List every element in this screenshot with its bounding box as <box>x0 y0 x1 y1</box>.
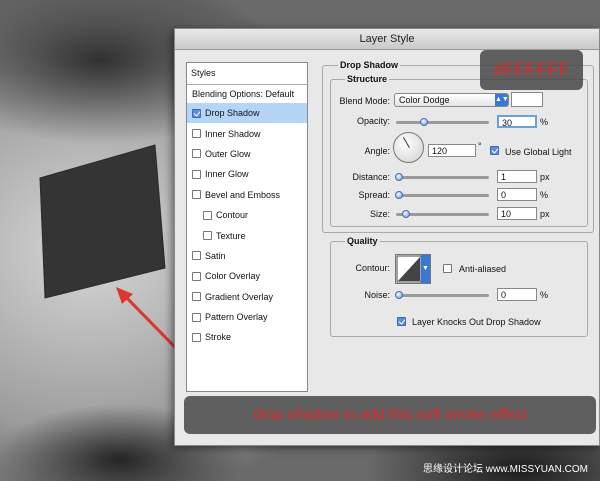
style-item-checkbox[interactable] <box>192 190 201 200</box>
style-item-label: Stroke <box>205 332 232 343</box>
contour-picker[interactable]: ▼ <box>395 254 431 284</box>
distance-field[interactable]: 1 <box>497 170 537 183</box>
style-item-label: Contour <box>216 210 249 221</box>
contour-dropdown-icon[interactable]: ▼ <box>421 255 430 283</box>
knockout-label: Layer Knocks Out Drop Shadow <box>412 317 541 327</box>
style-item-contour[interactable]: Contour <box>187 205 307 225</box>
style-item-label: Gradient Overlay <box>205 291 274 302</box>
blend-mode-select[interactable]: Color Dodge ▲▼ <box>394 93 509 107</box>
use-global-light-checkbox[interactable] <box>490 146 499 155</box>
dialog-title: Layer Style <box>175 29 599 50</box>
style-item-bevel-and-emboss[interactable]: Bevel and Emboss <box>187 185 307 205</box>
color-swatch[interactable] <box>511 92 543 107</box>
knockout-checkbox[interactable] <box>397 317 406 326</box>
distance-label: Distance: <box>352 172 390 182</box>
distance-slider-knob[interactable] <box>395 173 403 181</box>
style-item-label: Pattern Overlay <box>205 312 268 323</box>
hex-color-annotation: #FFFFFF <box>480 50 583 90</box>
distance-unit: px <box>540 172 550 182</box>
spread-slider-knob[interactable] <box>395 191 403 199</box>
style-item-gradient-overlay[interactable]: Gradient Overlay <box>187 287 307 307</box>
style-item-checkbox[interactable] <box>192 292 201 302</box>
style-item-label: Inner Glow <box>205 169 249 180</box>
styles-header[interactable]: Styles <box>187 63 307 85</box>
distance-slider[interactable] <box>395 173 489 181</box>
watermark-text: 思缘设计论坛 www.MISSYUAN.COM <box>423 464 589 475</box>
anti-aliased-checkbox[interactable] <box>443 264 452 273</box>
caption-annotation: drop shadow to add this soft stroke effe… <box>184 396 596 434</box>
size-field[interactable]: 10 <box>497 207 537 220</box>
style-item-checkbox[interactable] <box>192 149 201 159</box>
style-item-checkbox[interactable] <box>192 129 201 139</box>
styles-list: Styles Blending Options: Default Drop Sh… <box>186 62 308 392</box>
blending-options-item[interactable]: Blending Options: Default <box>187 85 307 103</box>
use-global-light-label: Use Global Light <box>505 147 572 157</box>
style-item-checkbox[interactable] <box>192 108 201 118</box>
style-item-label: Texture <box>216 230 246 241</box>
style-item-label: Bevel and Emboss <box>205 189 281 200</box>
opacity-unit: % <box>540 117 549 127</box>
noise-slider-knob[interactable] <box>395 291 403 299</box>
contour-label: Contour: <box>355 263 390 273</box>
style-item-checkbox[interactable] <box>192 271 201 281</box>
style-item-outer-glow[interactable]: Outer Glow <box>187 144 307 164</box>
size-slider-knob[interactable] <box>402 210 410 218</box>
style-item-label: Satin <box>205 250 226 261</box>
size-label: Size: <box>369 209 390 219</box>
style-item-pattern-overlay[interactable]: Pattern Overlay <box>187 307 307 327</box>
style-item-label: Color Overlay <box>205 271 261 282</box>
style-item-texture[interactable]: Texture <box>187 225 307 245</box>
blend-mode-value: Color Dodge <box>399 95 450 105</box>
contour-preview-icon <box>396 255 422 283</box>
select-arrows-icon: ▲▼ <box>495 94 509 106</box>
angle-dial-needle <box>403 137 410 148</box>
style-item-drop-shadow[interactable]: Drop Shadow <box>187 103 307 124</box>
blend-mode-label: Blend Mode: <box>339 96 390 106</box>
style-item-inner-glow[interactable]: Inner Glow <box>187 164 307 184</box>
style-item-checkbox[interactable] <box>192 169 201 179</box>
angle-label: Angle: <box>364 146 390 156</box>
spread-label: Spread: <box>358 190 390 200</box>
opacity-slider-knob[interactable] <box>419 118 428 126</box>
style-item-label: Inner Shadow <box>205 128 261 139</box>
style-item-satin[interactable]: Satin <box>187 246 307 266</box>
style-item-checkbox[interactable] <box>192 312 201 322</box>
angle-field[interactable]: 120 <box>428 144 476 157</box>
anti-aliased-label: Anti-aliased <box>459 264 507 274</box>
spread-field[interactable]: 0 <box>497 188 537 201</box>
angle-dial[interactable] <box>393 132 424 163</box>
quality-title: Quality <box>345 236 380 246</box>
angle-unit: ° <box>478 141 482 151</box>
layer-style-dialog: Layer Style Styles Blending Options: Def… <box>174 28 600 446</box>
spread-slider[interactable] <box>395 191 489 199</box>
opacity-slider[interactable] <box>396 118 489 126</box>
style-item-label: Drop Shadow <box>205 108 260 119</box>
noise-unit: % <box>540 290 549 300</box>
noise-label: Noise: <box>364 290 390 300</box>
size-slider[interactable] <box>396 210 489 218</box>
opacity-label: Opacity: <box>356 116 390 126</box>
style-item-stroke[interactable]: Stroke <box>187 327 307 347</box>
size-unit: px <box>540 209 550 219</box>
noise-slider[interactable] <box>395 291 489 299</box>
spread-unit: % <box>540 190 549 200</box>
style-item-checkbox[interactable] <box>203 231 212 241</box>
drop-shadow-title: Drop Shadow <box>338 60 400 70</box>
style-item-label: Outer Glow <box>205 148 251 159</box>
style-item-checkbox[interactable] <box>192 332 201 342</box>
noise-field[interactable]: 0 <box>497 288 537 301</box>
style-item-color-overlay[interactable]: Color Overlay <box>187 266 307 286</box>
style-item-checkbox[interactable] <box>203 210 212 220</box>
style-item-inner-shadow[interactable]: Inner Shadow <box>187 123 307 143</box>
structure-title: Structure <box>345 74 390 84</box>
style-item-checkbox[interactable] <box>192 251 201 261</box>
opacity-field[interactable]: 30 <box>497 115 537 128</box>
